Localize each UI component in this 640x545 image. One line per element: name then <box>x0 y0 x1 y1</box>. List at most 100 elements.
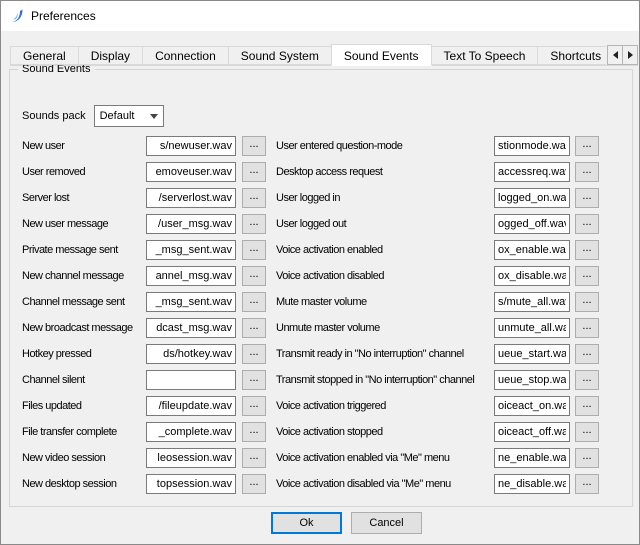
sound-event-row: Files updated...Voice activation trigger… <box>22 393 599 419</box>
browse-button[interactable]: ... <box>242 318 266 338</box>
sound-file-input[interactable] <box>494 344 570 364</box>
browse-button[interactable]: ... <box>575 188 599 208</box>
sound-file-input[interactable] <box>494 136 570 156</box>
tab-text-to-speech[interactable]: Text To Speech <box>431 46 539 65</box>
cancel-button[interactable]: Cancel <box>351 512 422 534</box>
browse-button[interactable]: ... <box>575 136 599 156</box>
sound-event-label: Voice activation enabled <box>276 244 494 256</box>
sound-file-input[interactable] <box>494 318 570 338</box>
sound-file-input[interactable] <box>494 240 570 260</box>
sound-file-input[interactable] <box>146 292 236 312</box>
sound-event-label: New user <box>22 140 146 152</box>
sound-file-input[interactable] <box>494 448 570 468</box>
sound-event-row: New broadcast message...Unmute master vo… <box>22 315 599 341</box>
sound-event-label: Transmit ready in "No interruption" chan… <box>276 348 494 360</box>
ok-button[interactable]: Ok <box>271 512 342 534</box>
browse-button[interactable]: ... <box>575 292 599 312</box>
sound-events-rows: New user...User entered question-mode...… <box>22 133 599 497</box>
sound-file-input[interactable] <box>494 188 570 208</box>
sound-file-input[interactable] <box>494 162 570 182</box>
sound-event-label: Server lost <box>22 192 146 204</box>
tab-sound-events[interactable]: Sound Events <box>331 44 432 66</box>
browse-button[interactable]: ... <box>242 396 266 416</box>
browse-button[interactable]: ... <box>575 370 599 390</box>
browse-button[interactable]: ... <box>575 240 599 260</box>
browse-button[interactable]: ... <box>242 240 266 260</box>
sound-file-input[interactable] <box>494 474 570 494</box>
sound-file-input[interactable] <box>146 344 236 364</box>
sound-file-input[interactable] <box>494 266 570 286</box>
sound-event-label: New desktop session <box>22 478 146 490</box>
sound-event-label: New video session <box>22 452 146 464</box>
sound-event-row: New video session... Voice activation ena… <box>22 445 599 471</box>
sound-event-row: Server lost...User logged in... <box>22 185 599 211</box>
browse-button[interactable]: ... <box>575 162 599 182</box>
browse-button[interactable]: ... <box>575 422 599 442</box>
tab-bar: GeneralDisplayConnectionSound SystemSoun… <box>10 44 638 66</box>
sound-file-input[interactable] <box>146 318 236 338</box>
sound-event-label: Private message sent <box>22 244 146 256</box>
browse-button[interactable]: ... <box>242 344 266 364</box>
sound-file-input[interactable] <box>146 162 236 182</box>
browse-button[interactable]: ... <box>242 136 266 156</box>
sound-file-input[interactable] <box>146 448 236 468</box>
sound-file-input[interactable] <box>494 422 570 442</box>
browse-button[interactable]: ... <box>575 448 599 468</box>
browse-button[interactable]: ... <box>242 474 266 494</box>
sound-file-input[interactable] <box>146 240 236 260</box>
sound-file-input[interactable] <box>146 214 236 234</box>
sound-event-row: Channel silent... Transmit stopped in "No… <box>22 367 599 393</box>
sound-file-input[interactable] <box>494 370 570 390</box>
tab-scroll-left-button[interactable] <box>607 45 623 65</box>
sound-file-input[interactable] <box>494 214 570 234</box>
sound-file-input[interactable] <box>146 474 236 494</box>
browse-button[interactable]: ... <box>575 318 599 338</box>
sound-event-row: New user message...User logged out... <box>22 211 599 237</box>
browse-button[interactable]: ... <box>575 266 599 286</box>
tab-general[interactable]: General <box>10 46 79 65</box>
sounds-pack-value: Default <box>100 110 135 122</box>
sound-event-label: Voice activation enabled via "Me" menu <box>276 452 494 464</box>
sound-events-group: Sound Events Sounds pack Default New use… <box>9 63 633 507</box>
sound-file-input[interactable] <box>494 292 570 312</box>
app-icon <box>9 8 25 24</box>
sound-file-input[interactable] <box>146 422 236 442</box>
tab-display[interactable]: Display <box>78 46 143 65</box>
titlebar: Preferences <box>1 1 639 31</box>
browse-button[interactable]: ... <box>242 162 266 182</box>
sound-event-row: File transfer complete...Voice activatio… <box>22 419 599 445</box>
browse-button[interactable]: ... <box>575 344 599 364</box>
browse-button[interactable]: ... <box>242 188 266 208</box>
browse-button[interactable]: ... <box>575 396 599 416</box>
sounds-pack-label: Sounds pack <box>22 110 86 122</box>
sound-file-input[interactable] <box>146 370 236 390</box>
browse-button[interactable]: ... <box>242 422 266 442</box>
sound-event-label: Voice activation stopped <box>276 426 494 438</box>
browse-button[interactable]: ... <box>242 448 266 468</box>
sound-file-input[interactable] <box>146 266 236 286</box>
browse-button[interactable]: ... <box>575 214 599 234</box>
browse-button[interactable]: ... <box>242 370 266 390</box>
sound-file-input[interactable] <box>146 188 236 208</box>
sound-event-label: Transmit stopped in "No interruption" ch… <box>276 374 494 386</box>
tab-sound-system[interactable]: Sound System <box>228 46 332 65</box>
sound-event-label: Channel silent <box>22 374 146 386</box>
browse-button[interactable]: ... <box>242 266 266 286</box>
tab-shortcuts[interactable]: Shortcuts <box>537 46 606 65</box>
sound-event-row: New channel message...Voice activation d… <box>22 263 599 289</box>
sound-event-label: Desktop access request <box>276 166 494 178</box>
browse-button[interactable]: ... <box>575 474 599 494</box>
sound-file-input[interactable] <box>146 136 236 156</box>
sounds-pack-select[interactable]: Default <box>94 105 164 127</box>
sound-event-row: Channel message sent...Mute master volum… <box>22 289 599 315</box>
tab-scroll-right-button[interactable] <box>622 45 638 65</box>
left-arrow-icon <box>613 51 618 59</box>
tab-scroll-control <box>607 45 638 65</box>
sound-event-row: New user...User entered question-mode... <box>22 133 599 159</box>
sound-file-input[interactable] <box>494 396 570 416</box>
browse-button[interactable]: ... <box>242 214 266 234</box>
browse-button[interactable]: ... <box>242 292 266 312</box>
sound-file-input[interactable] <box>146 396 236 416</box>
sounds-pack-row: Sounds pack Default <box>22 105 164 127</box>
tab-connection[interactable]: Connection <box>142 46 229 65</box>
